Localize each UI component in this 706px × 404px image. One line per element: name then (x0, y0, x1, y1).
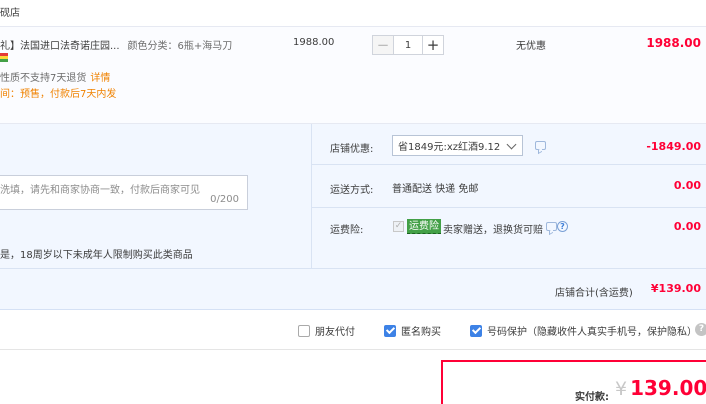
payment-amount-value: 139.00 (630, 376, 706, 400)
panel-divider (311, 124, 312, 268)
row-divider (312, 164, 706, 165)
item-title-text[interactable]: 礼】法国进口法奇诺庄园... (0, 41, 120, 52)
store-total-value: ¥139.00 (650, 282, 701, 295)
store-name[interactable]: 砚店 (0, 4, 20, 19)
currency-symbol: ¥ (615, 378, 628, 400)
item-discount: 无优惠 (516, 41, 546, 52)
return-detail-link[interactable]: 详情 (90, 73, 110, 84)
payment-label: 实付款: (575, 392, 609, 403)
order-options-panel: 洗填，请先和商家协商一致，付款后商家可见 0/200 是，18周岁以下未成年人限… (0, 124, 706, 310)
anonymous-label: 匿名购买 (401, 327, 441, 338)
panel-divider (0, 268, 706, 269)
message-placeholder: 洗填，请先和商家协商一致，付款后商家可见 (0, 185, 200, 196)
phone-protect-checkbox[interactable] (470, 324, 482, 337)
shipping-method-label: 运送方式: (330, 185, 374, 196)
comment-icon[interactable] (535, 141, 546, 150)
anonymous-checkbox[interactable] (384, 324, 396, 337)
return-policy-note: 性质不支持7天退货 详情 (0, 69, 110, 84)
help-icon[interactable]: ? (557, 221, 568, 232)
store-total-label: 店铺合计(含运费) (555, 288, 633, 299)
order-item: 礼】法国进口法奇诺庄园... 颜色分类：6瓶+海马刀 性质不支持7天退货 详情 间：… (0, 26, 706, 124)
phone-protect-option[interactable]: 号码保护（隐藏收件人真实手机号，保护隐私） (470, 323, 697, 338)
store-discount-select[interactable]: 省1849元:xz红酒9.12 (392, 135, 523, 156)
row-divider (312, 207, 706, 208)
insurance-label: 运费险: (330, 225, 364, 236)
comment-icon[interactable] (546, 222, 557, 231)
store-discount-label: 店铺优惠: (330, 144, 374, 155)
quantity-decrease-button[interactable]: − (372, 35, 393, 55)
friend-pay-label: 朋友代付 (315, 327, 355, 338)
item-sku: 颜色分类：6瓶+海马刀 (127, 41, 233, 52)
store-discount-selected: 省1849元:xz红酒9.12 (398, 142, 501, 153)
insurance-checkbox[interactable]: ✓ (393, 221, 404, 232)
quantity-input[interactable] (393, 35, 423, 55)
flag-icon (0, 53, 8, 62)
insurance-description: 卖家赠送，退换货可赔 (443, 225, 543, 236)
quantity-increase-button[interactable]: + (423, 35, 444, 55)
insurance-value: 0.00 (673, 220, 701, 233)
item-total-price: 1988.00 (646, 36, 701, 50)
friend-pay-option[interactable]: 朋友代付 (298, 323, 355, 338)
message-char-counter: 0/200 (210, 194, 239, 205)
phone-protect-label: 号码保护（隐藏收件人真实手机号，保护隐私） (487, 327, 697, 338)
shipping-method: 普通配送 快递 免邮 (392, 184, 479, 195)
seller-message-textarea[interactable]: 洗填，请先和商家协商一致，付款后商家可见 0/200 (0, 175, 248, 210)
friend-pay-checkbox[interactable] (298, 324, 310, 337)
store-discount-value: -1849.00 (646, 140, 701, 153)
payment-amount: ¥139.00 (615, 376, 706, 400)
unit-price: 1988.00 (293, 37, 335, 48)
item-title[interactable]: 礼】法国进口法奇诺庄园... 颜色分类：6瓶+海马刀 (0, 37, 232, 52)
help-circle-icon[interactable]: ? (695, 323, 706, 336)
payment-summary: 实付款: ¥139.00 (441, 360, 706, 404)
order-checkboxes: 朋友代付 匿名购买 号码保护（隐藏收件人真实手机号，保护隐私） (0, 310, 706, 350)
age-restriction-note: 是，18周岁以下未成年人限制购买此类商品 (0, 250, 193, 261)
anonymous-option[interactable]: 匿名购买 (384, 323, 441, 338)
shipping-fee: 0.00 (673, 179, 701, 192)
shipping-time-note: 间：预售，付款后7天内发 (0, 89, 117, 100)
chevron-down-icon (506, 139, 517, 150)
insurance-badge: 运费险 (407, 219, 441, 234)
return-policy-text: 性质不支持7天退货 (0, 73, 87, 84)
quantity-stepper: − + (372, 35, 444, 55)
